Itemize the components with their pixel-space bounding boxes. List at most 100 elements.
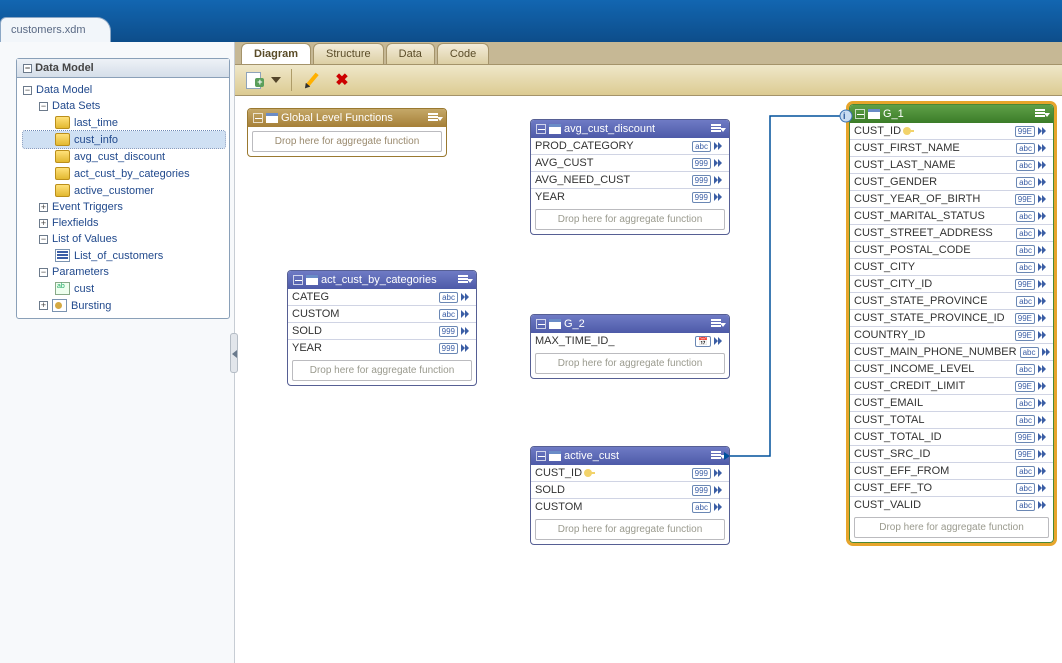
field-PROD_CATEGORY[interactable]: PROD_CATEGORYabc bbox=[531, 138, 729, 155]
entity-header[interactable]: avg_cust_discount bbox=[531, 120, 729, 138]
expand-icon[interactable] bbox=[714, 159, 725, 168]
expand-icon[interactable] bbox=[1038, 212, 1049, 221]
minus-icon[interactable]: − bbox=[39, 268, 48, 277]
tree-datasets[interactable]: −Data Sets bbox=[23, 98, 225, 114]
drop-zone[interactable]: Drop here for aggregate function bbox=[535, 353, 725, 374]
tree-lov-List_of_customers[interactable]: List_of_customers bbox=[23, 247, 225, 264]
tree-dataset-active_customer[interactable]: active_customer bbox=[23, 182, 225, 199]
new-dropdown-icon[interactable] bbox=[271, 77, 281, 83]
field-CUSTOM[interactable]: CUSTOMabc bbox=[531, 499, 729, 515]
field-CUST_STREET_ADDRESS[interactable]: CUST_STREET_ADDRESSabc bbox=[850, 225, 1053, 242]
expand-icon[interactable] bbox=[1038, 501, 1049, 510]
field-CUST_POSTAL_CODE[interactable]: CUST_POSTAL_CODEabc bbox=[850, 242, 1053, 259]
entity-header[interactable]: act_cust_by_categories bbox=[288, 271, 476, 289]
field-CUST_EFF_FROM[interactable]: CUST_EFF_FROMabc bbox=[850, 463, 1053, 480]
field-CUST_MAIN_PHONE_NUMBER[interactable]: CUST_MAIN_PHONE_NUMBERabc bbox=[850, 344, 1053, 361]
minus-icon[interactable]: − bbox=[39, 102, 48, 111]
field-YEAR[interactable]: YEAR999 bbox=[531, 189, 729, 205]
entity-g1[interactable]: G_1CUST_ID99ECUST_FIRST_NAMEabcCUST_LAST… bbox=[849, 104, 1054, 543]
field-CUST_GENDER[interactable]: CUST_GENDERabc bbox=[850, 174, 1053, 191]
diagram-canvas[interactable]: Global Level Functions Drop here for agg… bbox=[235, 96, 1062, 663]
expand-icon[interactable] bbox=[714, 193, 725, 202]
field-CUST_FIRST_NAME[interactable]: CUST_FIRST_NAMEabc bbox=[850, 140, 1053, 157]
tree-dataset-avg_cust_discount[interactable]: avg_cust_discount bbox=[23, 148, 225, 165]
field-AVG_NEED_CUST[interactable]: AVG_NEED_CUST999 bbox=[531, 172, 729, 189]
field-CUST_LAST_NAME[interactable]: CUST_LAST_NAMEabc bbox=[850, 157, 1053, 174]
collapse-icon[interactable] bbox=[855, 109, 865, 119]
field-SOLD[interactable]: SOLD999 bbox=[288, 323, 476, 340]
menu-icon[interactable] bbox=[1035, 109, 1048, 119]
expand-icon[interactable] bbox=[1038, 467, 1049, 476]
collapse-icon[interactable] bbox=[293, 275, 303, 285]
field-MAX_TIME_ID_[interactable]: MAX_TIME_ID_📅 bbox=[531, 333, 729, 349]
tree-dataset-last_time[interactable]: last_time bbox=[23, 114, 225, 131]
field-CUST_STATE_PROVINCE[interactable]: CUST_STATE_PROVINCEabc bbox=[850, 293, 1053, 310]
expand-icon[interactable] bbox=[1038, 484, 1049, 493]
tree-bursting[interactable]: +Bursting bbox=[23, 297, 225, 314]
expand-icon[interactable] bbox=[1038, 416, 1049, 425]
expand-icon[interactable] bbox=[1038, 331, 1049, 340]
expand-icon[interactable] bbox=[1038, 280, 1049, 289]
field-CUST_TOTAL_ID[interactable]: CUST_TOTAL_ID99E bbox=[850, 429, 1053, 446]
edit-button[interactable] bbox=[302, 70, 322, 90]
file-tab[interactable]: customers.xdm bbox=[0, 17, 111, 42]
expand-icon[interactable] bbox=[714, 337, 725, 346]
drop-zone[interactable]: Drop here for aggregate function bbox=[292, 360, 472, 381]
tree-lov[interactable]: −List of Values bbox=[23, 231, 225, 247]
drop-zone[interactable]: Drop here for aggregate function bbox=[535, 209, 725, 230]
expand-icon[interactable] bbox=[1038, 127, 1049, 136]
field-CUST_TOTAL[interactable]: CUST_TOTALabc bbox=[850, 412, 1053, 429]
field-CUST_VALID[interactable]: CUST_VALIDabc bbox=[850, 497, 1053, 513]
drop-zone[interactable]: Drop here for aggregate function bbox=[535, 519, 725, 540]
field-CUST_CITY_ID[interactable]: CUST_CITY_ID99E bbox=[850, 276, 1053, 293]
field-CUST_EFF_TO[interactable]: CUST_EFF_TOabc bbox=[850, 480, 1053, 497]
expand-icon[interactable] bbox=[1038, 433, 1049, 442]
expand-icon[interactable] bbox=[1038, 178, 1049, 187]
expand-icon[interactable] bbox=[714, 469, 725, 478]
entity-header[interactable]: G_1 bbox=[850, 105, 1053, 123]
menu-icon[interactable] bbox=[428, 113, 441, 123]
entity-active-cust[interactable]: active_custCUST_ID999SOLD999CUSTOMabcDro… bbox=[530, 446, 730, 545]
expand-icon[interactable] bbox=[461, 344, 472, 353]
tab-code[interactable]: Code bbox=[437, 43, 489, 64]
plus-icon[interactable]: + bbox=[39, 301, 48, 310]
tree-flexfields[interactable]: +Flexfields bbox=[23, 215, 225, 231]
expand-icon[interactable] bbox=[1038, 263, 1049, 272]
tree-dataset-act_cust_by_categories[interactable]: act_cust_by_categories bbox=[23, 165, 225, 182]
expand-icon[interactable] bbox=[714, 142, 725, 151]
menu-icon[interactable] bbox=[711, 319, 724, 329]
field-CUST_ID[interactable]: CUST_ID999 bbox=[531, 465, 729, 482]
expand-icon[interactable] bbox=[1038, 365, 1049, 374]
field-YEAR[interactable]: YEAR999 bbox=[288, 340, 476, 356]
field-CUST_CITY[interactable]: CUST_CITYabc bbox=[850, 259, 1053, 276]
field-SOLD[interactable]: SOLD999 bbox=[531, 482, 729, 499]
expand-icon[interactable] bbox=[1038, 161, 1049, 170]
expand-icon[interactable] bbox=[1038, 450, 1049, 459]
tree-dataset-cust_info[interactable]: cust_info bbox=[23, 131, 225, 148]
drop-zone[interactable]: Drop here for aggregate function bbox=[854, 517, 1049, 538]
entity-g2[interactable]: G_2MAX_TIME_ID_📅 Drop here for aggregate … bbox=[530, 314, 730, 379]
entity-header[interactable]: Global Level Functions bbox=[248, 109, 446, 127]
expand-icon[interactable] bbox=[1038, 382, 1049, 391]
field-CUST_ID[interactable]: CUST_ID99E bbox=[850, 123, 1053, 140]
expand-icon[interactable] bbox=[461, 293, 472, 302]
entity-global-functions[interactable]: Global Level Functions Drop here for agg… bbox=[247, 108, 447, 157]
expand-icon[interactable] bbox=[714, 176, 725, 185]
expand-icon[interactable] bbox=[1038, 229, 1049, 238]
tree-root[interactable]: −Data Model bbox=[23, 82, 225, 98]
field-CATEG[interactable]: CATEGabc bbox=[288, 289, 476, 306]
tab-data[interactable]: Data bbox=[386, 43, 435, 64]
tab-diagram[interactable]: Diagram bbox=[241, 43, 311, 64]
collapse-icon[interactable] bbox=[253, 113, 263, 123]
entity-avg-cust-discount[interactable]: avg_cust_discountPROD_CATEGORYabcAVG_CUS… bbox=[530, 119, 730, 235]
field-CUST_INCOME_LEVEL[interactable]: CUST_INCOME_LEVELabc bbox=[850, 361, 1053, 378]
expand-icon[interactable] bbox=[1038, 144, 1049, 153]
collapse-icon[interactable] bbox=[536, 451, 546, 461]
expand-icon[interactable] bbox=[461, 310, 472, 319]
expand-icon[interactable] bbox=[1038, 246, 1049, 255]
entity-header[interactable]: G_2 bbox=[531, 315, 729, 333]
field-CUST_CREDIT_LIMIT[interactable]: CUST_CREDIT_LIMIT99E bbox=[850, 378, 1053, 395]
new-button[interactable] bbox=[243, 70, 263, 90]
plus-icon[interactable]: + bbox=[39, 219, 48, 228]
collapse-icon[interactable] bbox=[536, 319, 546, 329]
